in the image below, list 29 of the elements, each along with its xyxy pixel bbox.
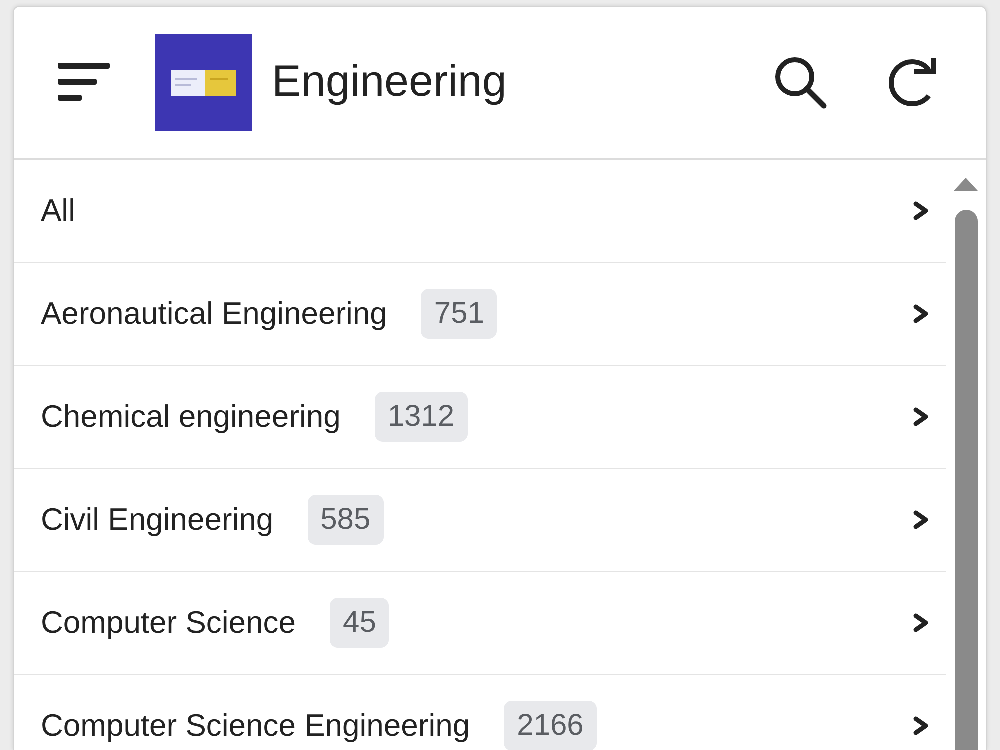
category-row[interactable]: Computer Science Engineering 2166 xyxy=(14,675,946,750)
category-row[interactable]: Computer Science 45 xyxy=(14,572,946,675)
category-label: All xyxy=(41,193,76,229)
count-badge: 751 xyxy=(421,289,498,339)
chevron-right-icon xyxy=(913,716,930,736)
chevron-right-icon xyxy=(913,510,930,530)
chevron-right-icon xyxy=(913,407,930,427)
search-icon[interactable] xyxy=(774,56,827,109)
count-badge: 585 xyxy=(308,495,384,545)
count-badge: 1312 xyxy=(374,392,468,442)
chevron-right-icon xyxy=(913,201,930,221)
scrollbar-thumb[interactable] xyxy=(954,210,978,750)
category-row[interactable]: Aeronautical Engineering 751 xyxy=(14,263,946,366)
category-label: Aeronautical Engineering xyxy=(41,296,388,332)
category-label: Computer Science xyxy=(41,605,296,641)
category-label: Chemical engineering xyxy=(41,399,341,435)
chevron-right-icon xyxy=(913,613,930,633)
category-label: Computer Science Engineering xyxy=(41,708,470,744)
category-row[interactable]: All xyxy=(14,160,946,263)
count-badge: 2166 xyxy=(504,701,597,750)
count-badge: 45 xyxy=(330,598,390,648)
logo-icon xyxy=(155,34,252,131)
category-row[interactable]: Civil Engineering 585 xyxy=(14,469,946,572)
category-label: Civil Engineering xyxy=(41,502,274,538)
chevron-right-icon xyxy=(913,304,930,324)
category-row[interactable]: Chemical engineering 1312 xyxy=(14,366,946,469)
scroll-up-arrow-icon[interactable] xyxy=(954,178,978,191)
header-title: Engineering xyxy=(272,57,507,108)
sort-icon[interactable] xyxy=(58,62,110,102)
